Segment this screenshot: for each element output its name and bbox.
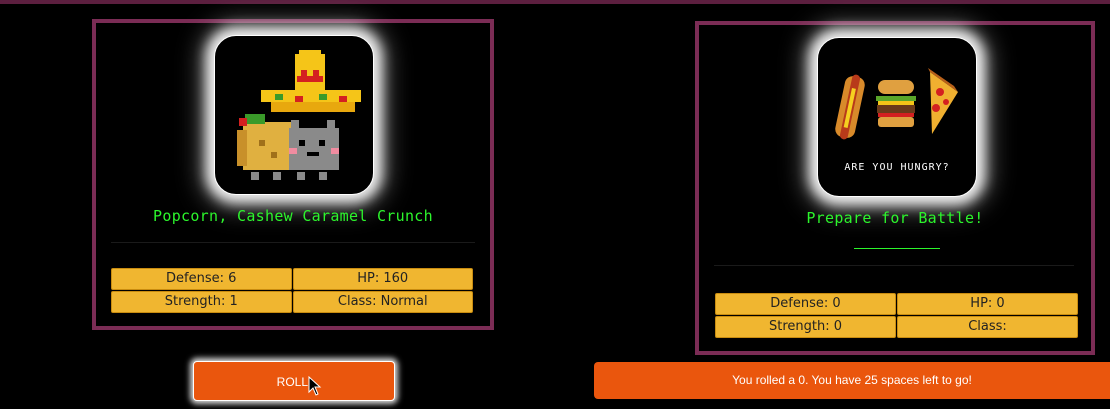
- player-name: Popcorn, Cashew Caramel Crunch: [153, 207, 433, 225]
- player-card: Popcorn, Cashew Caramel Crunch Defense: …: [92, 19, 494, 330]
- player-strength: Strength: 1: [111, 291, 292, 313]
- player-defense: Defense: 6: [111, 268, 292, 290]
- divider: [111, 242, 475, 243]
- status-message: You rolled a 0. You have 25 spaces left …: [594, 362, 1110, 399]
- roll-button[interactable]: ROLL!: [193, 361, 395, 401]
- enemy-hp: HP: 0: [897, 293, 1078, 315]
- enemy-portrait: ARE YOU HUNGRY?: [817, 37, 977, 197]
- enemy-stats: Defense: 0 HP: 0 Strength: 0 Class:: [715, 293, 1078, 338]
- player-class: Class: Normal: [292, 291, 473, 313]
- enemy-strength: Strength: 0: [715, 316, 896, 338]
- enemy-card: ARE YOU HUNGRY? Prepare for Battle! Defe…: [695, 21, 1095, 355]
- player-portrait: [214, 35, 374, 195]
- portrait-caption: ARE YOU HUNGRY?: [844, 162, 949, 173]
- title-underline: [854, 248, 940, 249]
- mouse-pointer-icon: [308, 376, 322, 396]
- player-hp: HP: 160: [292, 268, 473, 290]
- taco-cat-sombrero-icon: [237, 50, 361, 180]
- are-you-hungry-food-icon: ARE YOU HUNGRY?: [835, 68, 958, 173]
- battle-title: Prepare for Battle!: [806, 209, 984, 227]
- enemy-defense: Defense: 0: [715, 293, 896, 315]
- divider: [714, 265, 1074, 266]
- player-stats: Defense: 6 HP: 160 Strength: 1 Class: No…: [111, 268, 473, 313]
- top-border: [0, 0, 1110, 4]
- enemy-class: Class:: [897, 316, 1078, 338]
